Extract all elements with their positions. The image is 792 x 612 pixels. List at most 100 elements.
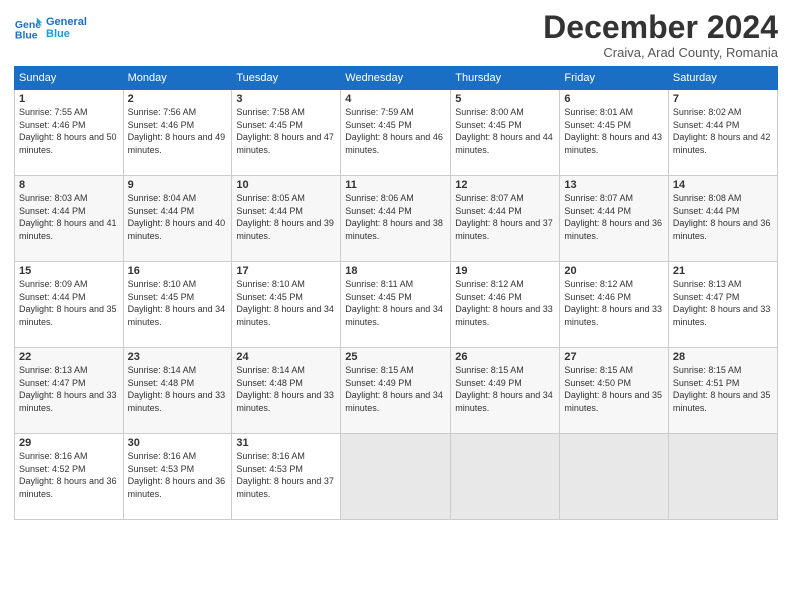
weekday-header-tuesday: Tuesday	[232, 67, 341, 90]
day-detail: Sunrise: 8:06 AMSunset: 4:44 PMDaylight:…	[345, 192, 446, 242]
calendar-cell: 1Sunrise: 7:55 AMSunset: 4:46 PMDaylight…	[15, 90, 124, 176]
day-number: 30	[128, 437, 228, 449]
day-number: 2	[128, 93, 228, 105]
calendar-week-row: 29Sunrise: 8:16 AMSunset: 4:52 PMDayligh…	[15, 434, 778, 520]
calendar-cell	[668, 434, 777, 520]
calendar-week-row: 8Sunrise: 8:03 AMSunset: 4:44 PMDaylight…	[15, 176, 778, 262]
day-number: 20	[564, 265, 663, 277]
day-detail: Sunrise: 8:15 AMSunset: 4:49 PMDaylight:…	[455, 364, 555, 414]
day-detail: Sunrise: 7:55 AMSunset: 4:46 PMDaylight:…	[19, 106, 119, 156]
calendar-cell: 3Sunrise: 7:58 AMSunset: 4:45 PMDaylight…	[232, 90, 341, 176]
day-detail: Sunrise: 8:02 AMSunset: 4:44 PMDaylight:…	[673, 106, 773, 156]
day-detail: Sunrise: 8:13 AMSunset: 4:47 PMDaylight:…	[19, 364, 119, 414]
day-detail: Sunrise: 8:03 AMSunset: 4:44 PMDaylight:…	[19, 192, 119, 242]
day-number: 9	[128, 179, 228, 191]
calendar-cell: 27Sunrise: 8:15 AMSunset: 4:50 PMDayligh…	[560, 348, 668, 434]
day-detail: Sunrise: 8:10 AMSunset: 4:45 PMDaylight:…	[128, 278, 228, 328]
day-number: 22	[19, 351, 119, 363]
day-detail: Sunrise: 8:15 AMSunset: 4:49 PMDaylight:…	[345, 364, 446, 414]
weekday-header-sunday: Sunday	[15, 67, 124, 90]
calendar-cell: 4Sunrise: 7:59 AMSunset: 4:45 PMDaylight…	[341, 90, 451, 176]
svg-text:Blue: Blue	[15, 30, 38, 42]
day-detail: Sunrise: 8:14 AMSunset: 4:48 PMDaylight:…	[128, 364, 228, 414]
calendar-cell: 18Sunrise: 8:11 AMSunset: 4:45 PMDayligh…	[341, 262, 451, 348]
calendar-cell: 12Sunrise: 8:07 AMSunset: 4:44 PMDayligh…	[451, 176, 560, 262]
day-detail: Sunrise: 8:15 AMSunset: 4:50 PMDaylight:…	[564, 364, 663, 414]
calendar-cell: 25Sunrise: 8:15 AMSunset: 4:49 PMDayligh…	[341, 348, 451, 434]
day-detail: Sunrise: 8:01 AMSunset: 4:45 PMDaylight:…	[564, 106, 663, 156]
title-block: December 2024 Craiva, Arad County, Roman…	[543, 10, 778, 60]
calendar-table: SundayMondayTuesdayWednesdayThursdayFrid…	[14, 66, 778, 520]
day-detail: Sunrise: 8:09 AMSunset: 4:44 PMDaylight:…	[19, 278, 119, 328]
day-detail: Sunrise: 8:07 AMSunset: 4:44 PMDaylight:…	[564, 192, 663, 242]
day-detail: Sunrise: 8:05 AMSunset: 4:44 PMDaylight:…	[236, 192, 336, 242]
calendar-cell: 13Sunrise: 8:07 AMSunset: 4:44 PMDayligh…	[560, 176, 668, 262]
calendar-cell: 19Sunrise: 8:12 AMSunset: 4:46 PMDayligh…	[451, 262, 560, 348]
calendar-cell: 23Sunrise: 8:14 AMSunset: 4:48 PMDayligh…	[123, 348, 232, 434]
calendar-cell: 30Sunrise: 8:16 AMSunset: 4:53 PMDayligh…	[123, 434, 232, 520]
calendar-cell: 14Sunrise: 8:08 AMSunset: 4:44 PMDayligh…	[668, 176, 777, 262]
day-number: 7	[673, 93, 773, 105]
calendar-cell	[451, 434, 560, 520]
day-detail: Sunrise: 7:58 AMSunset: 4:45 PMDaylight:…	[236, 106, 336, 156]
day-detail: Sunrise: 8:16 AMSunset: 4:53 PMDaylight:…	[128, 450, 228, 500]
day-detail: Sunrise: 8:07 AMSunset: 4:44 PMDaylight:…	[455, 192, 555, 242]
day-number: 29	[19, 437, 119, 449]
day-detail: Sunrise: 8:15 AMSunset: 4:51 PMDaylight:…	[673, 364, 773, 414]
day-number: 17	[236, 265, 336, 277]
calendar-cell: 21Sunrise: 8:13 AMSunset: 4:47 PMDayligh…	[668, 262, 777, 348]
day-number: 4	[345, 93, 446, 105]
day-detail: Sunrise: 8:04 AMSunset: 4:44 PMDaylight:…	[128, 192, 228, 242]
weekday-header-friday: Friday	[560, 67, 668, 90]
day-number: 18	[345, 265, 446, 277]
day-number: 15	[19, 265, 119, 277]
calendar-cell: 6Sunrise: 8:01 AMSunset: 4:45 PMDaylight…	[560, 90, 668, 176]
main-container: General Blue General Blue December 2024 …	[0, 0, 792, 526]
day-detail: Sunrise: 8:13 AMSunset: 4:47 PMDaylight:…	[673, 278, 773, 328]
day-number: 28	[673, 351, 773, 363]
day-number: 12	[455, 179, 555, 191]
calendar-week-row: 1Sunrise: 7:55 AMSunset: 4:46 PMDaylight…	[15, 90, 778, 176]
calendar-cell: 5Sunrise: 8:00 AMSunset: 4:45 PMDaylight…	[451, 90, 560, 176]
day-detail: Sunrise: 8:00 AMSunset: 4:45 PMDaylight:…	[455, 106, 555, 156]
calendar-cell: 8Sunrise: 8:03 AMSunset: 4:44 PMDaylight…	[15, 176, 124, 262]
day-detail: Sunrise: 8:10 AMSunset: 4:45 PMDaylight:…	[236, 278, 336, 328]
weekday-header-row: SundayMondayTuesdayWednesdayThursdayFrid…	[15, 67, 778, 90]
calendar-cell: 16Sunrise: 8:10 AMSunset: 4:45 PMDayligh…	[123, 262, 232, 348]
day-number: 11	[345, 179, 446, 191]
day-detail: Sunrise: 7:56 AMSunset: 4:46 PMDaylight:…	[128, 106, 228, 156]
day-number: 21	[673, 265, 773, 277]
month-title: December 2024	[543, 10, 778, 45]
calendar-cell: 28Sunrise: 8:15 AMSunset: 4:51 PMDayligh…	[668, 348, 777, 434]
day-detail: Sunrise: 7:59 AMSunset: 4:45 PMDaylight:…	[345, 106, 446, 156]
day-number: 5	[455, 93, 555, 105]
weekday-header-thursday: Thursday	[451, 67, 560, 90]
weekday-header-wednesday: Wednesday	[341, 67, 451, 90]
calendar-cell: 24Sunrise: 8:14 AMSunset: 4:48 PMDayligh…	[232, 348, 341, 434]
calendar-cell: 15Sunrise: 8:09 AMSunset: 4:44 PMDayligh…	[15, 262, 124, 348]
day-detail: Sunrise: 8:11 AMSunset: 4:45 PMDaylight:…	[345, 278, 446, 328]
day-number: 31	[236, 437, 336, 449]
calendar-cell: 31Sunrise: 8:16 AMSunset: 4:53 PMDayligh…	[232, 434, 341, 520]
logo-text-line1: General	[46, 16, 87, 28]
day-number: 16	[128, 265, 228, 277]
day-number: 1	[19, 93, 119, 105]
calendar-cell: 22Sunrise: 8:13 AMSunset: 4:47 PMDayligh…	[15, 348, 124, 434]
day-detail: Sunrise: 8:12 AMSunset: 4:46 PMDaylight:…	[455, 278, 555, 328]
calendar-cell: 2Sunrise: 7:56 AMSunset: 4:46 PMDaylight…	[123, 90, 232, 176]
header: General Blue General Blue December 2024 …	[14, 10, 778, 60]
day-number: 13	[564, 179, 663, 191]
day-detail: Sunrise: 8:14 AMSunset: 4:48 PMDaylight:…	[236, 364, 336, 414]
day-number: 23	[128, 351, 228, 363]
calendar-cell: 20Sunrise: 8:12 AMSunset: 4:46 PMDayligh…	[560, 262, 668, 348]
logo: General Blue General Blue	[14, 14, 87, 42]
day-detail: Sunrise: 8:12 AMSunset: 4:46 PMDaylight:…	[564, 278, 663, 328]
calendar-cell: 11Sunrise: 8:06 AMSunset: 4:44 PMDayligh…	[341, 176, 451, 262]
day-number: 25	[345, 351, 446, 363]
calendar-cell: 17Sunrise: 8:10 AMSunset: 4:45 PMDayligh…	[232, 262, 341, 348]
calendar-week-row: 22Sunrise: 8:13 AMSunset: 4:47 PMDayligh…	[15, 348, 778, 434]
location-subtitle: Craiva, Arad County, Romania	[543, 45, 778, 60]
day-detail: Sunrise: 8:16 AMSunset: 4:53 PMDaylight:…	[236, 450, 336, 500]
day-number: 8	[19, 179, 119, 191]
calendar-week-row: 15Sunrise: 8:09 AMSunset: 4:44 PMDayligh…	[15, 262, 778, 348]
